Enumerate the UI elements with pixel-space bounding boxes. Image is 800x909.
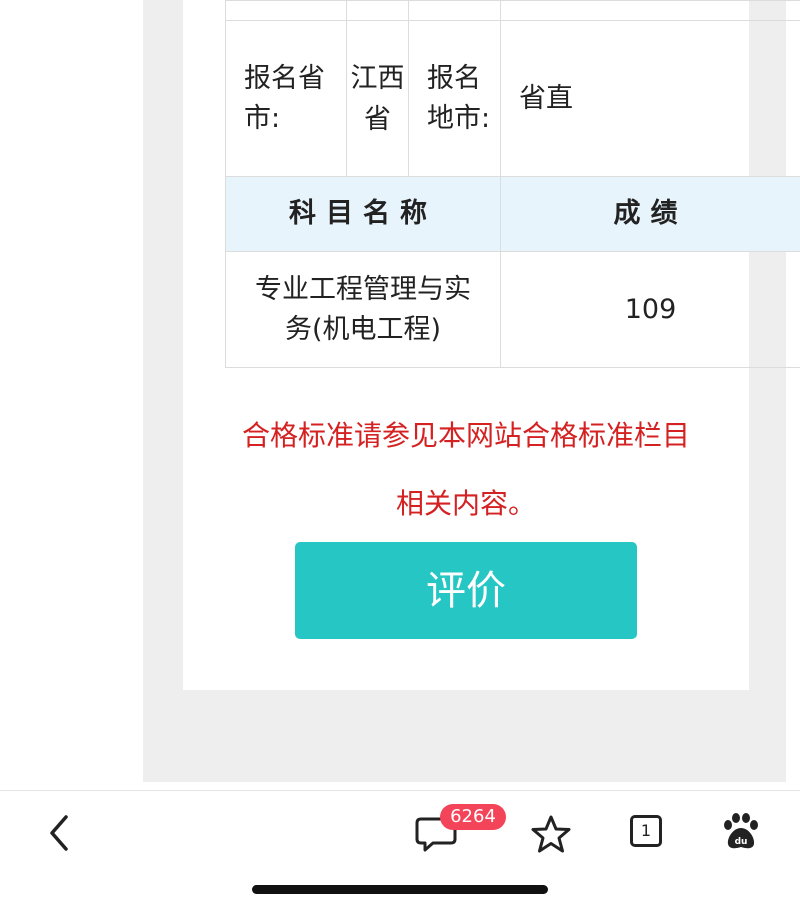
star-icon[interactable] xyxy=(530,813,572,855)
tabs-icon[interactable]: 1 xyxy=(630,815,662,847)
qualification-notice-cont: 相关内容。 xyxy=(183,482,749,522)
score-table: 报名省市: 江西省 报名地市: 省直 科目名称 成绩 专业工程管理与实务(机电工… xyxy=(225,0,800,368)
svg-text:du: du xyxy=(735,837,748,847)
province-label: 报名省市: xyxy=(226,21,347,177)
comment-count-badge: 6264 xyxy=(440,804,506,830)
city-label: 报名地市: xyxy=(409,21,501,177)
city-value: 省直 xyxy=(501,21,800,177)
table-row: 专业工程管理与实务(机电工程) 109 xyxy=(226,252,800,368)
home-indicator xyxy=(252,885,548,894)
evaluate-button[interactable]: 评价 xyxy=(295,542,637,639)
table-row: 报名省市: 江西省 报名地市: 省直 xyxy=(226,21,800,177)
table-row xyxy=(226,1,800,21)
score-header: 成绩 xyxy=(501,177,800,252)
province-value: 江西省 xyxy=(347,21,409,177)
subject-header: 科目名称 xyxy=(226,177,501,252)
baidu-icon[interactable]: du xyxy=(720,811,762,853)
qualification-notice: 合格标准请参见本网站合格标准栏目 xyxy=(183,414,749,454)
back-icon[interactable] xyxy=(40,813,80,853)
table-header-row: 科目名称 成绩 xyxy=(226,177,800,252)
subject-name: 专业工程管理与实务(机电工程) xyxy=(226,252,501,368)
score-value: 109 xyxy=(501,252,800,368)
